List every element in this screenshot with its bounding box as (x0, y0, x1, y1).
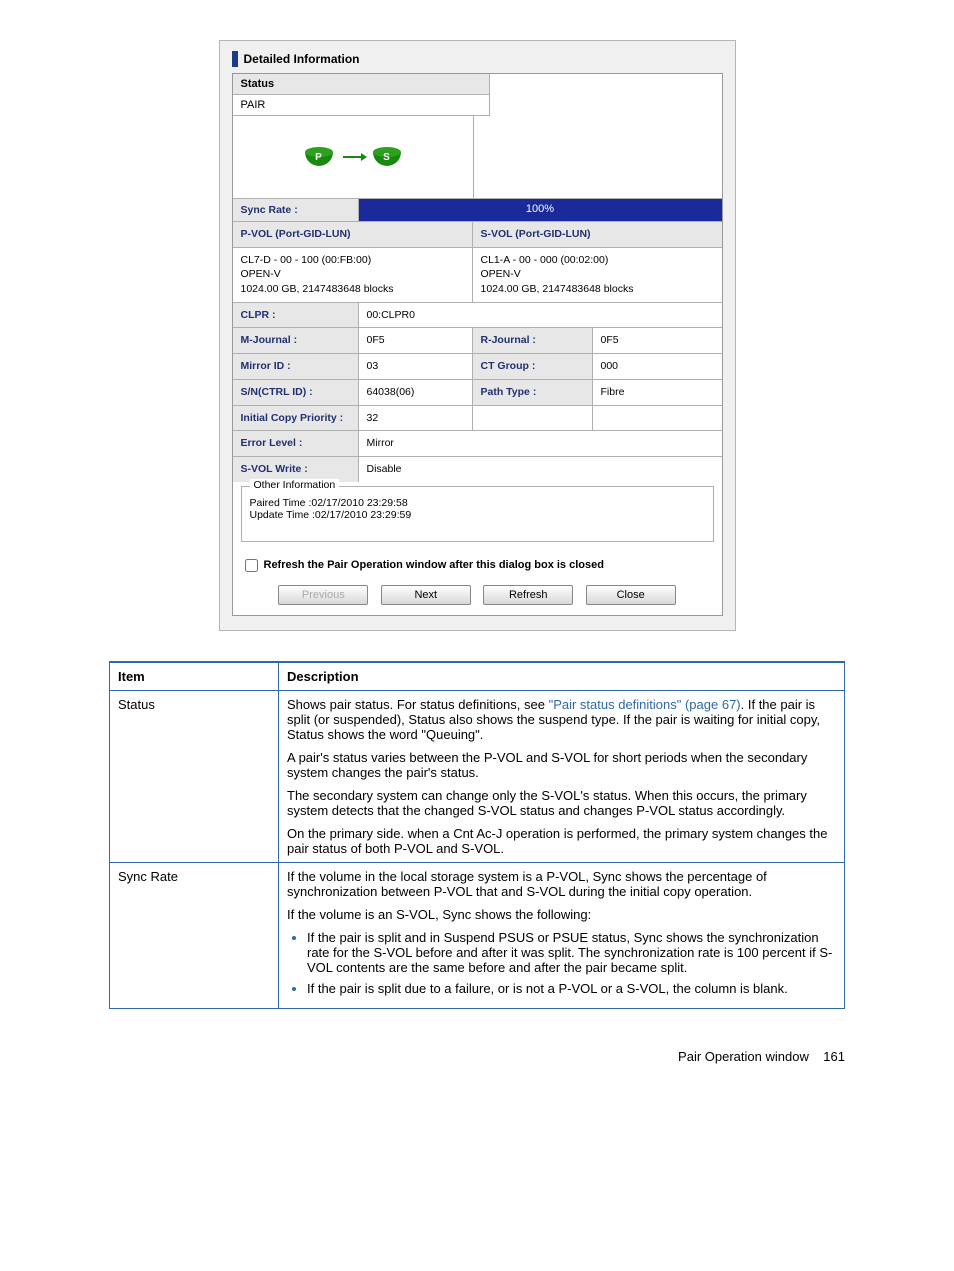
list-item: If the pair is split and in Suspend PSUS… (307, 930, 836, 975)
row-syncrate-item: Sync Rate (110, 862, 279, 1008)
close-button[interactable]: Close (586, 585, 676, 605)
arrow-icon (343, 156, 363, 158)
detailed-information-dialog: Detailed Information Status PAIR P (219, 40, 736, 631)
ctgroup-label: CT Group : (473, 354, 593, 380)
table-header-item: Item (110, 662, 279, 691)
table-row: Sync Rate If the volume in the local sto… (110, 862, 845, 1008)
paired-time: Paired Time :02/17/2010 23:29:58 (250, 497, 705, 509)
refresh-button[interactable]: Refresh (483, 585, 573, 605)
other-information-box: Other Information Paired Time :02/17/201… (241, 486, 714, 542)
pair-status-link[interactable]: "Pair status definitions" (page 67) (549, 697, 741, 712)
list-item: If the pair is split due to a failure, o… (307, 981, 836, 996)
refresh-checkbox[interactable] (245, 559, 258, 572)
pvol-disk-icon: P (305, 147, 333, 167)
rjournal-value: 0F5 (593, 328, 722, 354)
status-label: Status (233, 74, 490, 95)
update-time: Update Time :02/17/2010 23:29:59 (250, 509, 705, 521)
sync-rate-bar: 100% (359, 199, 722, 221)
refresh-checkbox-label: Refresh the Pair Operation window after … (264, 559, 604, 571)
initcopy-value: 32 (359, 406, 473, 432)
table-row: Status Shows pair status. For status def… (110, 690, 845, 862)
svol-disk-icon: S (373, 147, 401, 167)
description-table: Item Description Status Shows pair statu… (109, 661, 845, 1009)
pathtype-label: Path Type : (473, 380, 593, 406)
mjournal-value: 0F5 (359, 328, 473, 354)
row-status-item: Status (110, 690, 279, 862)
previous-button[interactable]: Previous (278, 585, 368, 605)
status-value: PAIR (233, 95, 490, 116)
rjournal-label: R-Journal : (473, 328, 593, 354)
pvol-header: P-VOL (Port-GID-LUN) (233, 222, 473, 248)
row-syncrate-desc: If the volume in the local storage syste… (279, 862, 845, 1008)
title-accent-bar (232, 51, 238, 67)
clpr-label: CLPR : (233, 303, 359, 329)
svol-details: CL1-A - 00 - 000 (00:02:00) OPEN-V 1024.… (473, 248, 722, 303)
pair-graphic: P S (305, 147, 401, 167)
pvol-details: CL7-D - 00 - 100 (00:FB:00) OPEN-V 1024.… (233, 248, 473, 303)
row-status-desc: Shows pair status. For status definition… (279, 690, 845, 862)
next-button[interactable]: Next (381, 585, 471, 605)
mirrorid-label: Mirror ID : (233, 354, 359, 380)
mjournal-label: M-Journal : (233, 328, 359, 354)
footer-text: Pair Operation window (678, 1049, 809, 1064)
errlevel-label: Error Level : (233, 431, 359, 457)
pathtype-value: Fibre (593, 380, 722, 406)
page-footer: Pair Operation window 161 (109, 1049, 845, 1064)
ctgroup-value: 000 (593, 354, 722, 380)
page-number: 161 (823, 1049, 845, 1064)
sn-label: S/N(CTRL ID) : (233, 380, 359, 406)
dialog-title: Detailed Information (244, 52, 360, 66)
svol-header: S-VOL (Port-GID-LUN) (473, 222, 722, 248)
table-header-description: Description (279, 662, 845, 691)
sync-rate-label: Sync Rate : (233, 199, 359, 221)
sn-value: 64038(06) (359, 380, 473, 406)
svolwrite-value: Disable (359, 457, 722, 482)
other-info-legend: Other Information (250, 479, 340, 491)
errlevel-value: Mirror (359, 431, 722, 457)
clpr-value: 00:CLPR0 (359, 303, 722, 329)
mirrorid-value: 03 (359, 354, 473, 380)
initcopy-label: Initial Copy Priority : (233, 406, 359, 432)
